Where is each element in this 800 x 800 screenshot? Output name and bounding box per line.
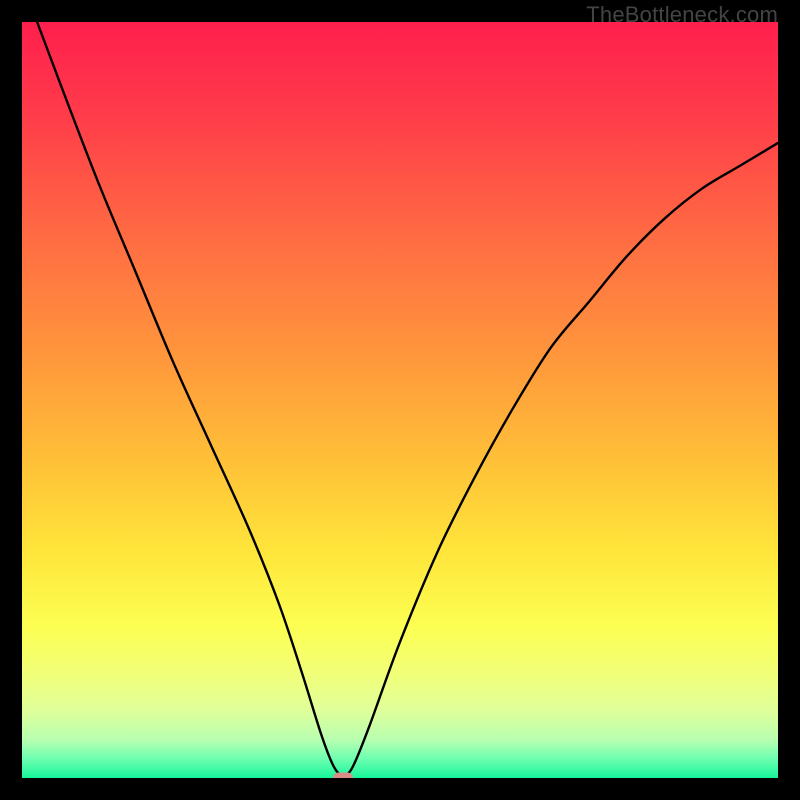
plot-area <box>22 22 778 778</box>
bottleneck-curve <box>22 22 778 778</box>
chart-frame: TheBottleneck.com <box>0 0 800 800</box>
watermark-label: TheBottleneck.com <box>586 2 778 28</box>
optimal-marker <box>333 773 353 779</box>
